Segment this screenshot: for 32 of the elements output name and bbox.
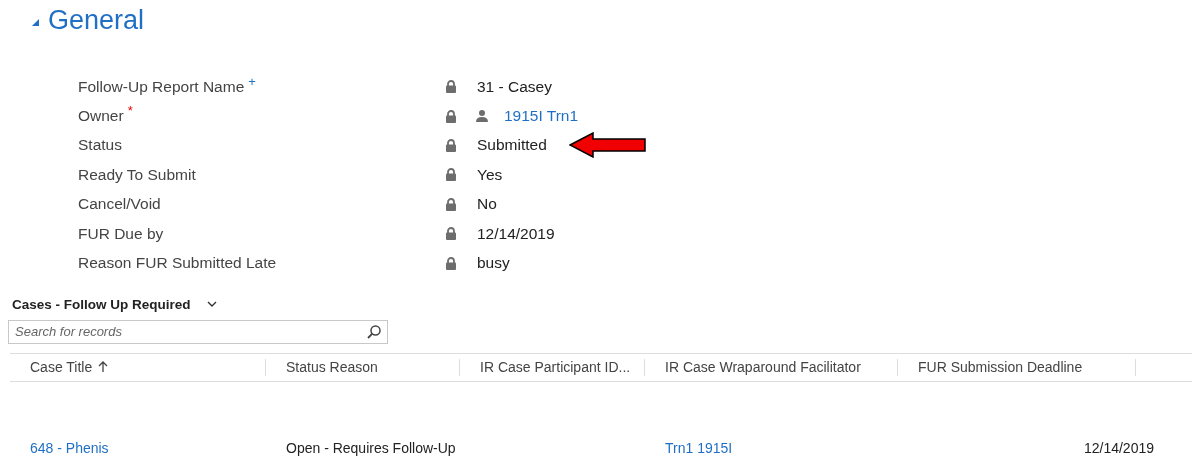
- field-label: Ready To Submit: [78, 165, 196, 184]
- field-label: FUR Due by: [78, 224, 164, 243]
- record-link[interactable]: 648 - Phenis: [30, 439, 109, 456]
- chevron-down-icon[interactable]: [206, 301, 217, 309]
- field-value: 12/14/2019: [477, 224, 555, 243]
- field-label: Owner: [78, 107, 124, 126]
- column-header[interactable]: FUR Submission Deadline: [918, 359, 1083, 376]
- column-header[interactable]: IR Case Participant ID...: [480, 359, 631, 376]
- table-cell: Open - Requires Follow-Up: [286, 439, 456, 456]
- field-value: 31 - Casey: [477, 77, 552, 96]
- field-marker: *: [127, 103, 133, 119]
- field-label: Status: [78, 136, 122, 155]
- record-link[interactable]: Trn1 1915I: [665, 439, 733, 456]
- search-icon[interactable]: [366, 323, 382, 340]
- field-label: Follow-Up Report Name: [78, 77, 245, 96]
- field-marker: +: [248, 73, 256, 89]
- section-title: General: [48, 4, 145, 36]
- column-header[interactable]: Case Title: [30, 359, 93, 376]
- collapse-triangle-icon[interactable]: [30, 17, 40, 27]
- field-value: No: [477, 195, 497, 214]
- field-value: Submitted: [477, 136, 547, 155]
- column-header[interactable]: IR Case Wraparound Facilitator: [665, 359, 861, 376]
- person-icon: [475, 109, 489, 124]
- column-header[interactable]: Status Reason: [286, 359, 378, 376]
- grid-title: Cases - Follow Up Required: [12, 297, 191, 313]
- owner-link[interactable]: 1915I Trn1: [504, 107, 579, 126]
- table-cell: 12/14/2019: [1083, 439, 1154, 456]
- field-label: Reason FUR Submitted Late: [78, 254, 277, 273]
- field-value: Yes: [477, 165, 503, 184]
- field-value: busy: [477, 254, 510, 273]
- field-label: Cancel/Void: [78, 195, 161, 214]
- search-field[interactable]: Search for records: [8, 319, 388, 344]
